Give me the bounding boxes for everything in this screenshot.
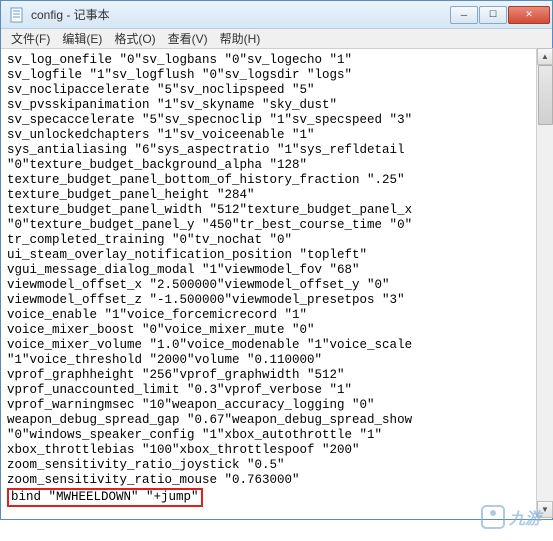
config-text: sv_log_onefile "0"sv_logbans "0"sv_logec… (7, 53, 412, 487)
watermark: 九游 (481, 505, 541, 529)
close-button[interactable]: ✕ (508, 6, 550, 24)
menu-view[interactable]: 查看(V) (162, 30, 214, 47)
menu-help[interactable]: 帮助(H) (214, 30, 267, 47)
titlebar[interactable]: config - 记事本 ─ ☐ ✕ (1, 1, 552, 29)
window-title: config - 记事本 (31, 6, 449, 23)
highlighted-line: bind "MWHEELDOWN" "+jump" (7, 488, 203, 507)
vertical-scrollbar[interactable]: ▲ ▼ (536, 48, 553, 518)
scroll-thumb[interactable] (538, 65, 553, 125)
scroll-up-button[interactable]: ▲ (537, 48, 553, 65)
menubar: 文件(F) 编辑(E) 格式(O) 查看(V) 帮助(H) (1, 29, 552, 49)
window-controls: ─ ☐ ✕ (449, 6, 550, 24)
watermark-text: 九游 (509, 505, 541, 529)
text-content[interactable]: sv_log_onefile "0"sv_logbans "0"sv_logec… (1, 49, 552, 519)
menu-edit[interactable]: 编辑(E) (56, 30, 108, 47)
notepad-icon (9, 7, 25, 23)
watermark-icon (481, 505, 505, 529)
minimize-button[interactable]: ─ (450, 6, 478, 24)
menu-format[interactable]: 格式(O) (108, 30, 161, 47)
menu-file[interactable]: 文件(F) (5, 30, 56, 47)
maximize-button[interactable]: ☐ (479, 6, 507, 24)
notepad-window: config - 记事本 ─ ☐ ✕ 文件(F) 编辑(E) 格式(O) 查看(… (0, 0, 553, 520)
